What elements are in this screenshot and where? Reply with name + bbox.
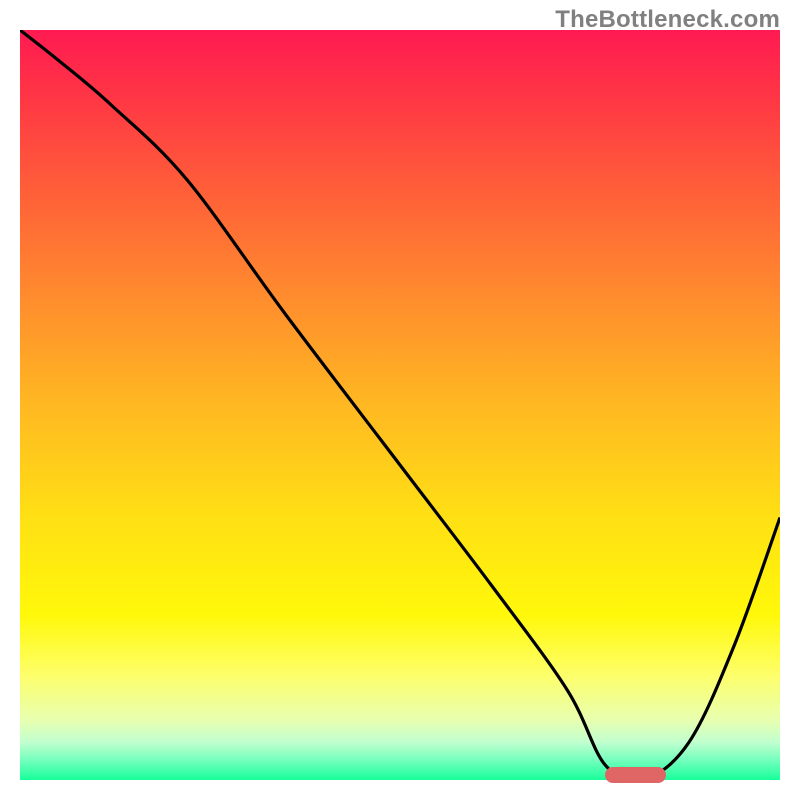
plot-area xyxy=(20,30,780,780)
chart-frame: TheBottleneck.com xyxy=(0,0,800,800)
bottleneck-curve xyxy=(20,30,780,780)
optimal-marker xyxy=(605,767,666,783)
curve-path xyxy=(20,30,780,780)
